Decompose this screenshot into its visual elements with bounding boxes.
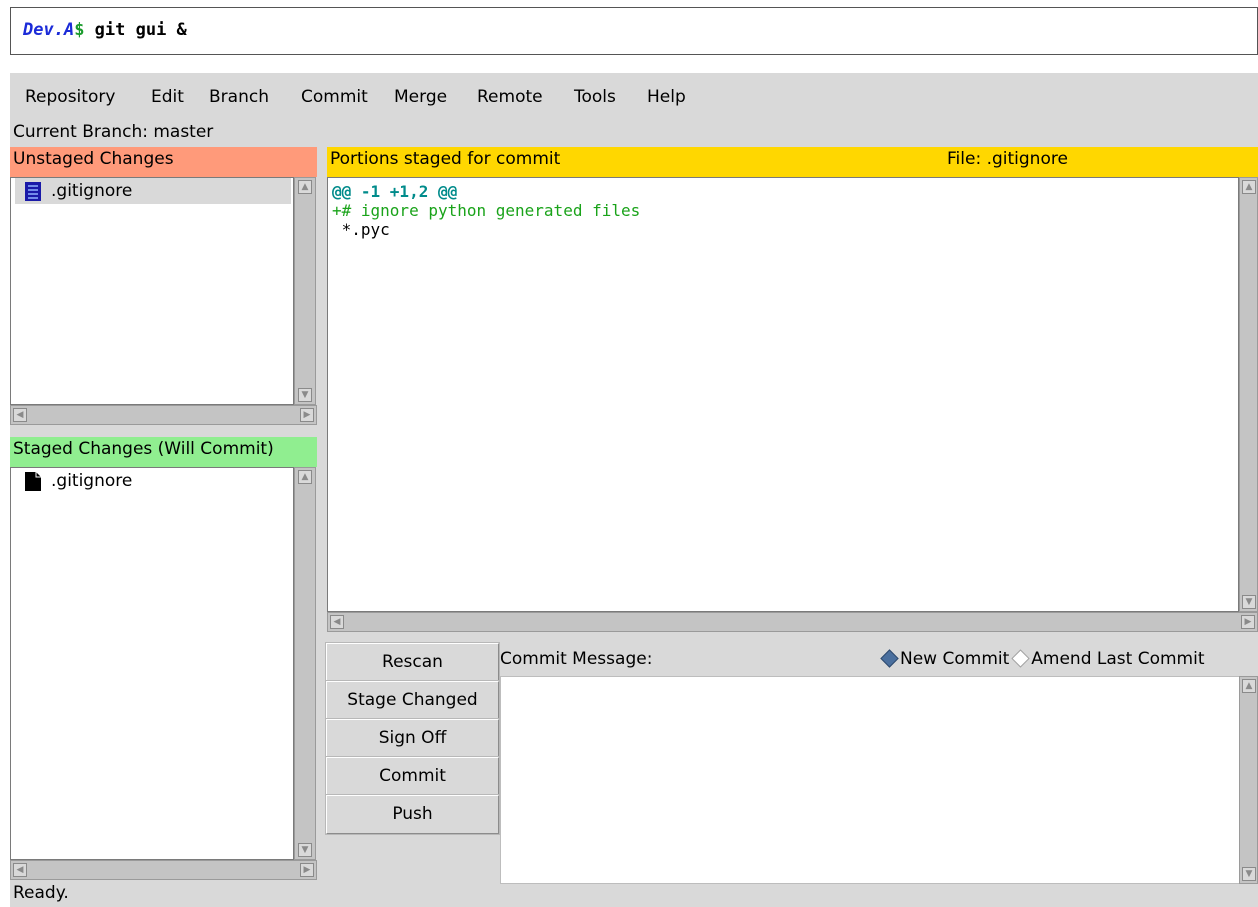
menubar: Repository Edit Branch Commit Merge Remo… [10,73,1258,121]
terminal-host: Dev.A [23,20,75,40]
commit-message-input[interactable] [500,676,1240,884]
radio-unselected-icon [1011,649,1030,668]
file-name: .gitignore [51,181,133,201]
diff-header: Portions staged for commit File: .gitign… [327,147,1258,177]
terminal-command-line: Dev.A$ git gui & [10,7,1258,55]
terminal-command: git gui & [84,20,187,40]
diff-hunk-header: @@ -1 +1,2 @@ [332,182,458,201]
radio-amend-commit[interactable] [1009,649,1031,668]
staged-horizontal-scrollbar[interactable]: ◀ ▶ [10,860,317,880]
staged-file-list[interactable]: .gitignore [10,467,294,860]
status-bar: Ready. [13,883,69,903]
menu-tools[interactable]: Tools [574,87,616,107]
unstaged-header: Unstaged Changes [10,147,317,177]
list-item[interactable]: .gitignore [15,468,291,494]
commit-button[interactable]: Commit [325,756,500,797]
commit-mode-radio-group: New Commit Amend Last Commit [880,649,1204,669]
scroll-left-arrow-icon[interactable]: ◀ [13,408,27,422]
staged-header: Staged Changes (Will Commit) [10,437,317,467]
menu-repository[interactable]: Repository [25,87,115,107]
terminal-prompt: $ [74,20,85,40]
sign-off-button[interactable]: Sign Off [325,718,500,759]
scroll-down-arrow-icon[interactable]: ▼ [298,843,312,857]
stage-changed-button[interactable]: Stage Changed [325,680,500,721]
git-gui-window: Repository Edit Branch Commit Merge Remo… [10,73,1258,907]
scroll-up-arrow-icon[interactable]: ▲ [298,180,312,194]
radio-amend-label[interactable]: Amend Last Commit [1031,649,1204,669]
unstaged-horizontal-scrollbar[interactable]: ◀ ▶ [10,405,317,425]
scroll-up-arrow-icon[interactable]: ▲ [1242,679,1256,693]
list-item[interactable]: .gitignore [15,178,291,204]
menu-commit[interactable]: Commit [301,87,368,107]
menu-branch[interactable]: Branch [209,87,269,107]
rescan-button[interactable]: Rescan [325,642,500,683]
menu-edit[interactable]: Edit [151,87,184,107]
diff-header-title: Portions staged for commit [330,149,561,169]
commit-message-label: Commit Message: [500,649,653,669]
scroll-down-arrow-icon[interactable]: ▼ [1242,595,1256,609]
scroll-right-arrow-icon[interactable]: ▶ [1241,615,1255,629]
scroll-left-arrow-icon[interactable]: ◀ [13,863,27,877]
diff-view[interactable]: @@ -1 +1,2 @@ +# ignore python generated… [327,177,1239,612]
scroll-down-arrow-icon[interactable]: ▼ [298,388,312,402]
menu-remote[interactable]: Remote [477,87,543,107]
scroll-down-arrow-icon[interactable]: ▼ [1242,867,1256,881]
scroll-up-arrow-icon[interactable]: ▲ [298,470,312,484]
unstaged-vertical-scrollbar[interactable]: ▲ ▼ [294,177,316,405]
diff-vertical-scrollbar[interactable]: ▲ ▼ [1239,177,1258,612]
commit-message-scrollbar[interactable]: ▲ ▼ [1239,676,1258,884]
push-button[interactable]: Push [325,794,500,835]
menu-help[interactable]: Help [647,87,686,107]
modified-file-icon [25,182,41,201]
radio-new-commit[interactable] [880,649,900,668]
diff-added-line: +# ignore python generated files [332,201,641,220]
diff-context-line: *.pyc [332,220,390,239]
menu-merge[interactable]: Merge [394,87,447,107]
scroll-left-arrow-icon[interactable]: ◀ [330,615,344,629]
unstaged-file-list[interactable]: .gitignore [10,177,294,405]
scroll-right-arrow-icon[interactable]: ▶ [300,408,314,422]
scroll-right-arrow-icon[interactable]: ▶ [300,863,314,877]
staged-file-icon [25,472,41,491]
diff-file-name: File: .gitignore [947,149,1068,169]
current-branch-label: Current Branch: master [13,122,214,142]
scroll-up-arrow-icon[interactable]: ▲ [1242,180,1256,194]
file-name: .gitignore [51,471,133,491]
staged-vertical-scrollbar[interactable]: ▲ ▼ [294,467,316,860]
radio-selected-icon [880,649,899,668]
radio-new-commit-label[interactable]: New Commit [900,649,1009,669]
diff-horizontal-scrollbar[interactable]: ◀ ▶ [327,612,1258,632]
